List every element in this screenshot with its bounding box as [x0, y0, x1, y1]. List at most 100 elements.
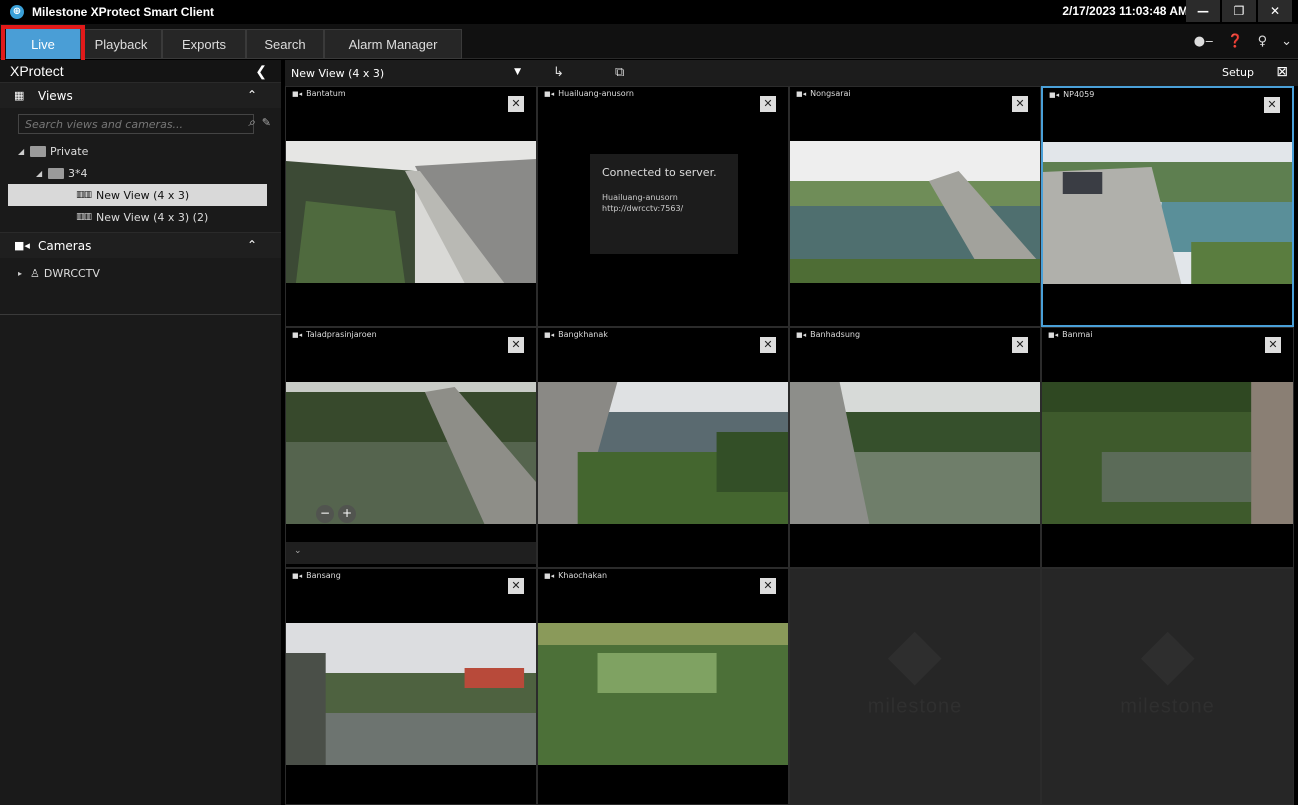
tree-item-3x4[interactable]: ◢ 3*4 [0, 162, 281, 184]
view-grid-icon: ▥▥ [76, 212, 92, 222]
camera-name: NP4059 [1063, 90, 1095, 99]
caret-down-icon[interactable]: ▼ [514, 67, 521, 77]
expand-arrow-icon[interactable]: ◢ [36, 169, 48, 178]
camera-tile-taladprasinjaroen[interactable]: ■◂ Taladprasinjaroen ✕ − + ⌄ [285, 327, 537, 568]
close-tile-button[interactable]: ✕ [760, 578, 776, 594]
camera-icon: ■◂ [544, 571, 555, 580]
search-cameras-icon[interactable]: ⧉ [615, 65, 624, 80]
camera-tile-bansang[interactable]: ■◂ Bansang ✕ [285, 568, 537, 805]
close-tile-button[interactable]: ✕ [508, 96, 524, 112]
camera-header: ■◂ Banmai [1048, 330, 1093, 339]
close-tile-button[interactable]: ✕ [1264, 97, 1280, 113]
chevron-up-icon[interactable]: ⌃ [247, 88, 257, 102]
expand-arrow-icon[interactable]: ▸ [18, 269, 30, 278]
video-feed[interactable] [1042, 382, 1293, 524]
camera-tile-nongsarai[interactable]: ■◂ Nongsarai ✕ [789, 86, 1041, 327]
tile-expander[interactable]: ⌄ [286, 542, 536, 564]
chevron-up-icon[interactable]: ⌃ [247, 238, 257, 252]
camera-icon: ■◂ [292, 571, 303, 580]
chevron-down-icon[interactable]: ⌄ [294, 546, 302, 556]
view-selector-label: New View (4 x 3) [291, 66, 385, 80]
video-feed[interactable] [790, 141, 1040, 283]
view-selector[interactable]: New View (4 x 3) ▼ [291, 67, 521, 80]
minimize-button[interactable]: — [1186, 0, 1220, 22]
video-feed[interactable] [538, 382, 788, 524]
camera-name: Nongsarai [810, 89, 851, 98]
zoom-in-button[interactable]: + [338, 505, 356, 523]
sidebar-divider [0, 314, 281, 315]
close-tile-button[interactable]: ✕ [508, 337, 524, 353]
camera-name: Taladprasinjaroen [306, 330, 377, 339]
pin-icon[interactable]: ✎ [262, 116, 271, 129]
camera-header: ■◂ Taladprasinjaroen [292, 330, 377, 339]
tab-exports[interactable]: Exports [162, 29, 246, 59]
folder-icon [48, 167, 64, 179]
tree-item-label: Private [50, 144, 89, 158]
tab-live[interactable]: Live [6, 29, 80, 59]
video-feed[interactable] [1043, 142, 1292, 284]
close-tile-button[interactable]: ✕ [1012, 337, 1028, 353]
video-feed[interactable] [286, 382, 536, 524]
tab-alarm-manager[interactable]: Alarm Manager [324, 29, 462, 59]
cameras-section-label: Cameras [38, 238, 92, 253]
views-section-header[interactable]: ▦ Views ⌃ [0, 82, 281, 108]
camera-tile-banhadsung[interactable]: ■◂ Banhadsung ✕ [789, 327, 1041, 568]
milestone-logo-icon: ⊕ [10, 5, 24, 19]
key-icon[interactable]: ♀ [1258, 34, 1268, 49]
clock: 2/17/2023 11:03:48 AM [1062, 4, 1188, 18]
help-icon[interactable]: ❓ [1227, 34, 1243, 49]
camera-header: ■◂ Huailuang-anusorn [544, 89, 634, 98]
camera-icon: ■◂ [14, 239, 30, 252]
fullscreen-icon[interactable]: ⊠ [1276, 64, 1288, 80]
tree-item-new-view[interactable]: ▥▥ New View (4 x 3) [8, 184, 267, 206]
connection-server-url: http://dwrcctv:7563/ [602, 204, 684, 213]
connection-camera-name: Huailuang-anusorn [602, 193, 678, 202]
milestone-logo-icon [1140, 631, 1195, 685]
close-tile-button[interactable]: ✕ [760, 337, 776, 353]
camera-tile-huailuang-anusorn[interactable]: ■◂ Huailuang-anusorn ✕ Connected to serve… [537, 86, 789, 327]
camera-tile-bangkhanak[interactable]: ■◂ Bangkhanak ✕ [537, 327, 789, 568]
camera-name: Bangkhanak [558, 330, 608, 339]
expand-arrow-icon[interactable]: ◢ [18, 147, 30, 156]
close-tile-button[interactable]: ✕ [760, 96, 776, 112]
close-tile-button[interactable]: ✕ [1012, 96, 1028, 112]
setup-button[interactable]: Setup [1222, 66, 1254, 79]
grid-icon: ▦ [14, 89, 25, 102]
folder-icon [30, 145, 46, 157]
cameras-section-header[interactable]: ■◂ Cameras ⌃ [0, 232, 281, 258]
tree-item-dwrcctv[interactable]: ▸ ♙ DWRCCTV [0, 262, 281, 284]
camera-name: Khaochakan [558, 571, 608, 580]
send-to-window-icon[interactable]: ↳ [553, 65, 564, 80]
close-tile-button[interactable]: ✕ [1265, 337, 1281, 353]
zoom-out-button[interactable]: − [316, 505, 334, 523]
empty-tile[interactable]: milestone [789, 568, 1041, 805]
title-bar: ⊕ Milestone XProtect Smart Client 2/17/2… [0, 0, 1298, 24]
video-feed[interactable] [286, 141, 536, 283]
video-feed[interactable] [538, 623, 788, 765]
tree-item-new-view-2[interactable]: ▥▥ New View (4 x 3) (2) [8, 206, 281, 228]
empty-tile[interactable]: milestone [1041, 568, 1294, 805]
collapse-sidebar-icon[interactable]: ❮ [255, 63, 267, 80]
camera-tile-khaochakan[interactable]: ■◂ Khaochakan ✕ [537, 568, 789, 805]
camera-tile-bantatum[interactable]: ■◂ Bantatum ✕ [285, 86, 537, 327]
close-button[interactable]: ✕ [1258, 0, 1292, 22]
view-grid-icon: ▥▥ [76, 190, 92, 200]
connection-status-icon[interactable]: ●‒ [1194, 34, 1214, 49]
camera-name: Huailuang-anusorn [558, 89, 634, 98]
video-feed[interactable] [790, 382, 1040, 524]
tab-search[interactable]: Search [246, 29, 324, 59]
video-feed[interactable] [286, 623, 536, 765]
camera-header: ■◂ Bangkhanak [544, 330, 608, 339]
tree-item-private[interactable]: ◢ Private [0, 140, 281, 162]
camera-header: ■◂ Banhadsung [796, 330, 860, 339]
tab-playback[interactable]: Playback [80, 29, 162, 59]
search-icon[interactable]: ⌕ [248, 115, 255, 130]
search-input[interactable]: Search views and cameras... ⌕ ✎ [18, 114, 271, 134]
chevron-down-icon[interactable]: ⌄ [1281, 34, 1292, 49]
close-tile-button[interactable]: ✕ [508, 578, 524, 594]
window-controls: — ❐ ✕ [1184, 0, 1292, 24]
camera-header: ■◂ Bansang [292, 571, 341, 580]
camera-tile-banmai[interactable]: ■◂ Banmai ✕ [1041, 327, 1294, 568]
camera-tile-np4059[interactable]: ■◂ NP4059 ✕ [1041, 86, 1294, 327]
restore-button[interactable]: ❐ [1222, 0, 1256, 22]
